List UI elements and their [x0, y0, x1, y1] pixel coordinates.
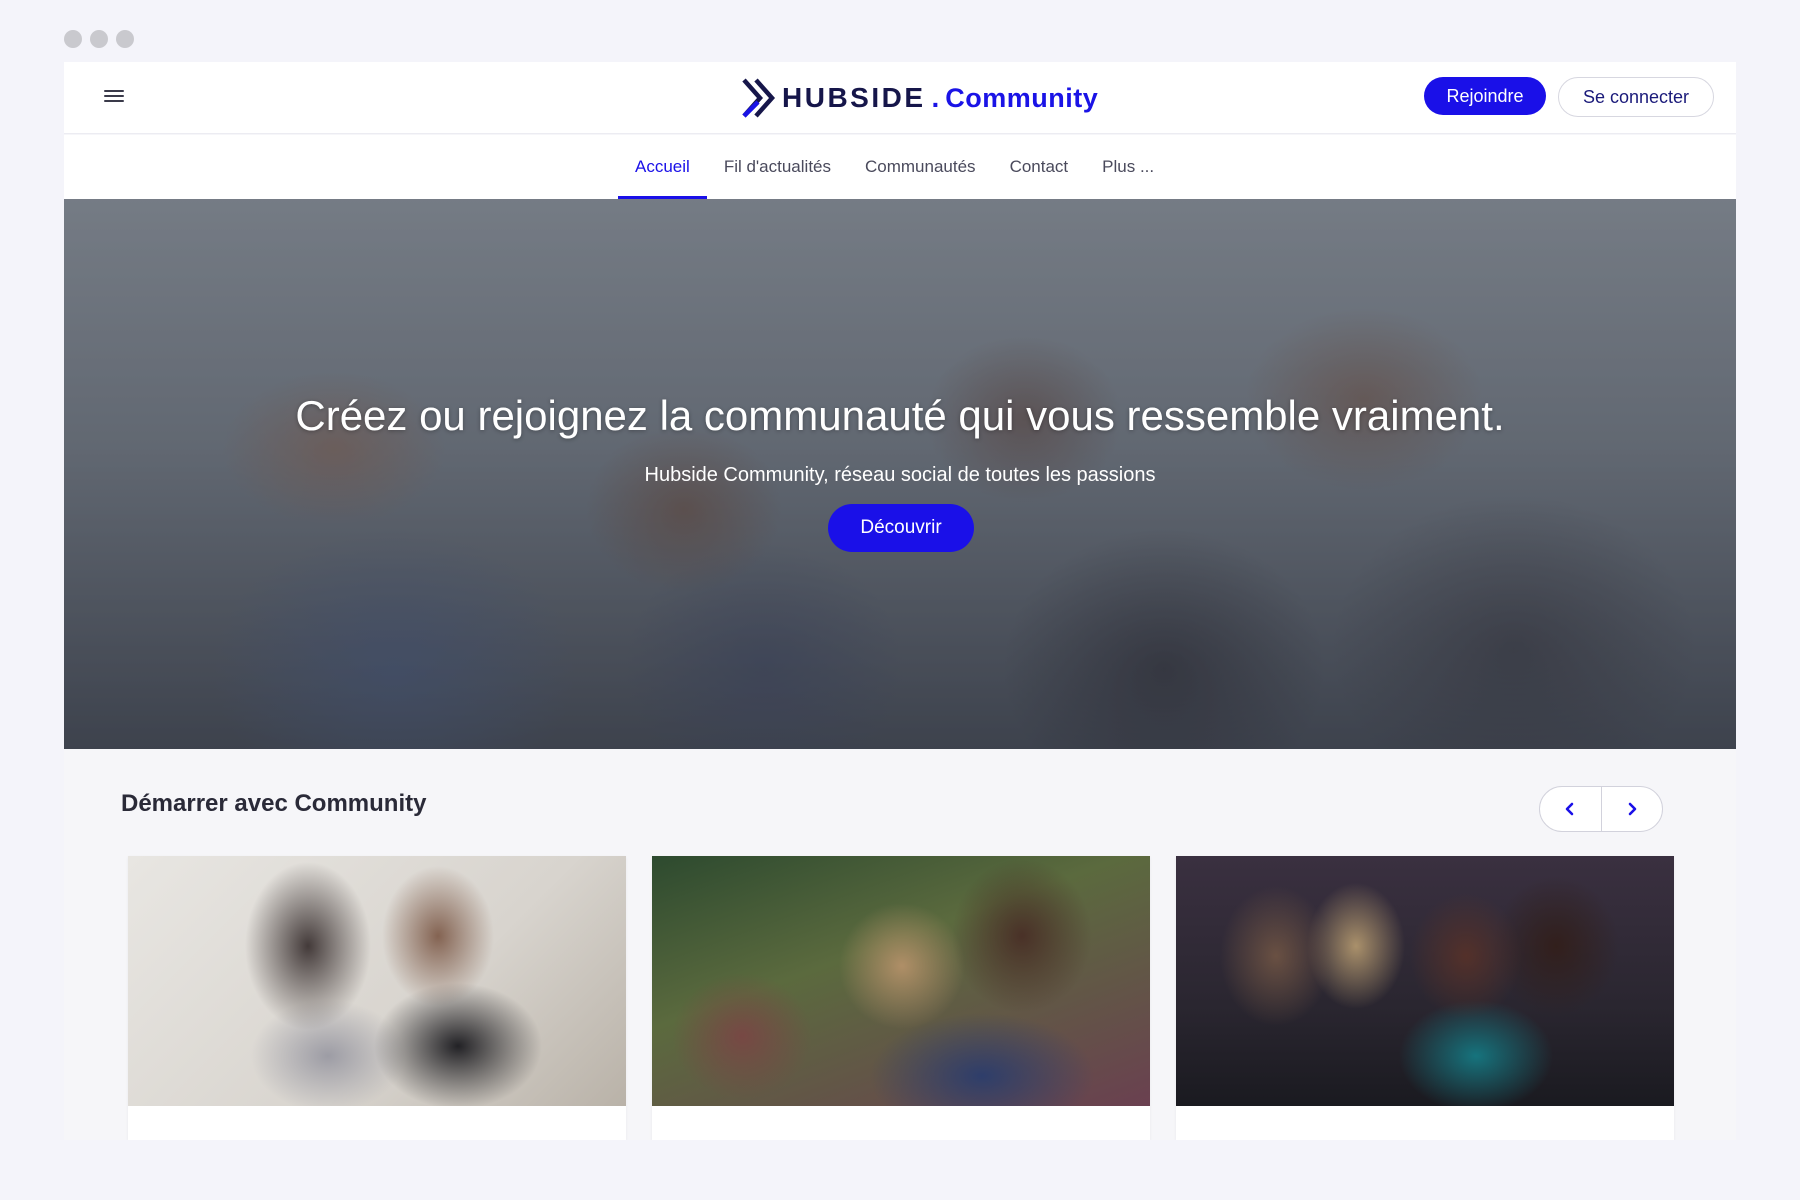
window-dot-maximize[interactable]: [116, 30, 134, 48]
community-card[interactable]: [652, 856, 1150, 1140]
window-dot-minimize[interactable]: [90, 30, 108, 48]
hero-banner: Créez ou rejoignez la communauté qui vou…: [64, 199, 1736, 749]
carousel-pager: [1539, 786, 1663, 832]
card-image: [128, 856, 626, 1106]
nav-tab-plus[interactable]: Plus ...: [1085, 135, 1171, 199]
card-image: [652, 856, 1150, 1106]
hero-title: Créez ou rejoignez la communauté qui vou…: [295, 392, 1505, 439]
nav-tab-fil-actualites[interactable]: Fil d'actualités: [707, 135, 848, 199]
brand-logo[interactable]: HUBSIDE. Community: [740, 76, 1098, 120]
join-button[interactable]: Rejoindre: [1424, 77, 1546, 115]
main-nav: Accueil Fil d'actualités Communautés Con…: [64, 135, 1736, 199]
carousel-prev-button[interactable]: [1540, 787, 1601, 831]
carousel-next-button[interactable]: [1600, 787, 1663, 831]
login-button[interactable]: Se connecter: [1558, 77, 1714, 117]
community-card[interactable]: [1176, 856, 1674, 1140]
chevron-right-icon: [1628, 802, 1637, 816]
hamburger-icon[interactable]: [104, 87, 124, 107]
discover-button[interactable]: Découvrir: [828, 504, 974, 552]
community-card[interactable]: [128, 856, 626, 1140]
card-carousel: [128, 856, 1674, 1140]
site-header: HUBSIDE. Community Rejoindre Se connecter: [64, 62, 1736, 134]
window-controls: [64, 30, 134, 48]
hubside-logo-icon: [742, 78, 776, 118]
brand-dot: .: [931, 82, 940, 113]
hero-subtitle: Hubside Community, réseau social de tout…: [644, 464, 1156, 486]
nav-tab-accueil[interactable]: Accueil: [618, 135, 707, 199]
brand-name: HUBSIDE: [782, 82, 926, 113]
nav-tab-communautes[interactable]: Communautés: [848, 135, 993, 199]
window-dot-close[interactable]: [64, 30, 82, 48]
nav-tab-contact[interactable]: Contact: [993, 135, 1086, 199]
chevron-left-icon: [1565, 802, 1574, 816]
card-image: [1176, 856, 1674, 1106]
browser-window: HUBSIDE. Community Rejoindre Se connecter…: [64, 62, 1736, 1140]
brand-suffix: Community: [945, 82, 1099, 113]
section-title: Démarrer avec Community: [121, 790, 427, 817]
